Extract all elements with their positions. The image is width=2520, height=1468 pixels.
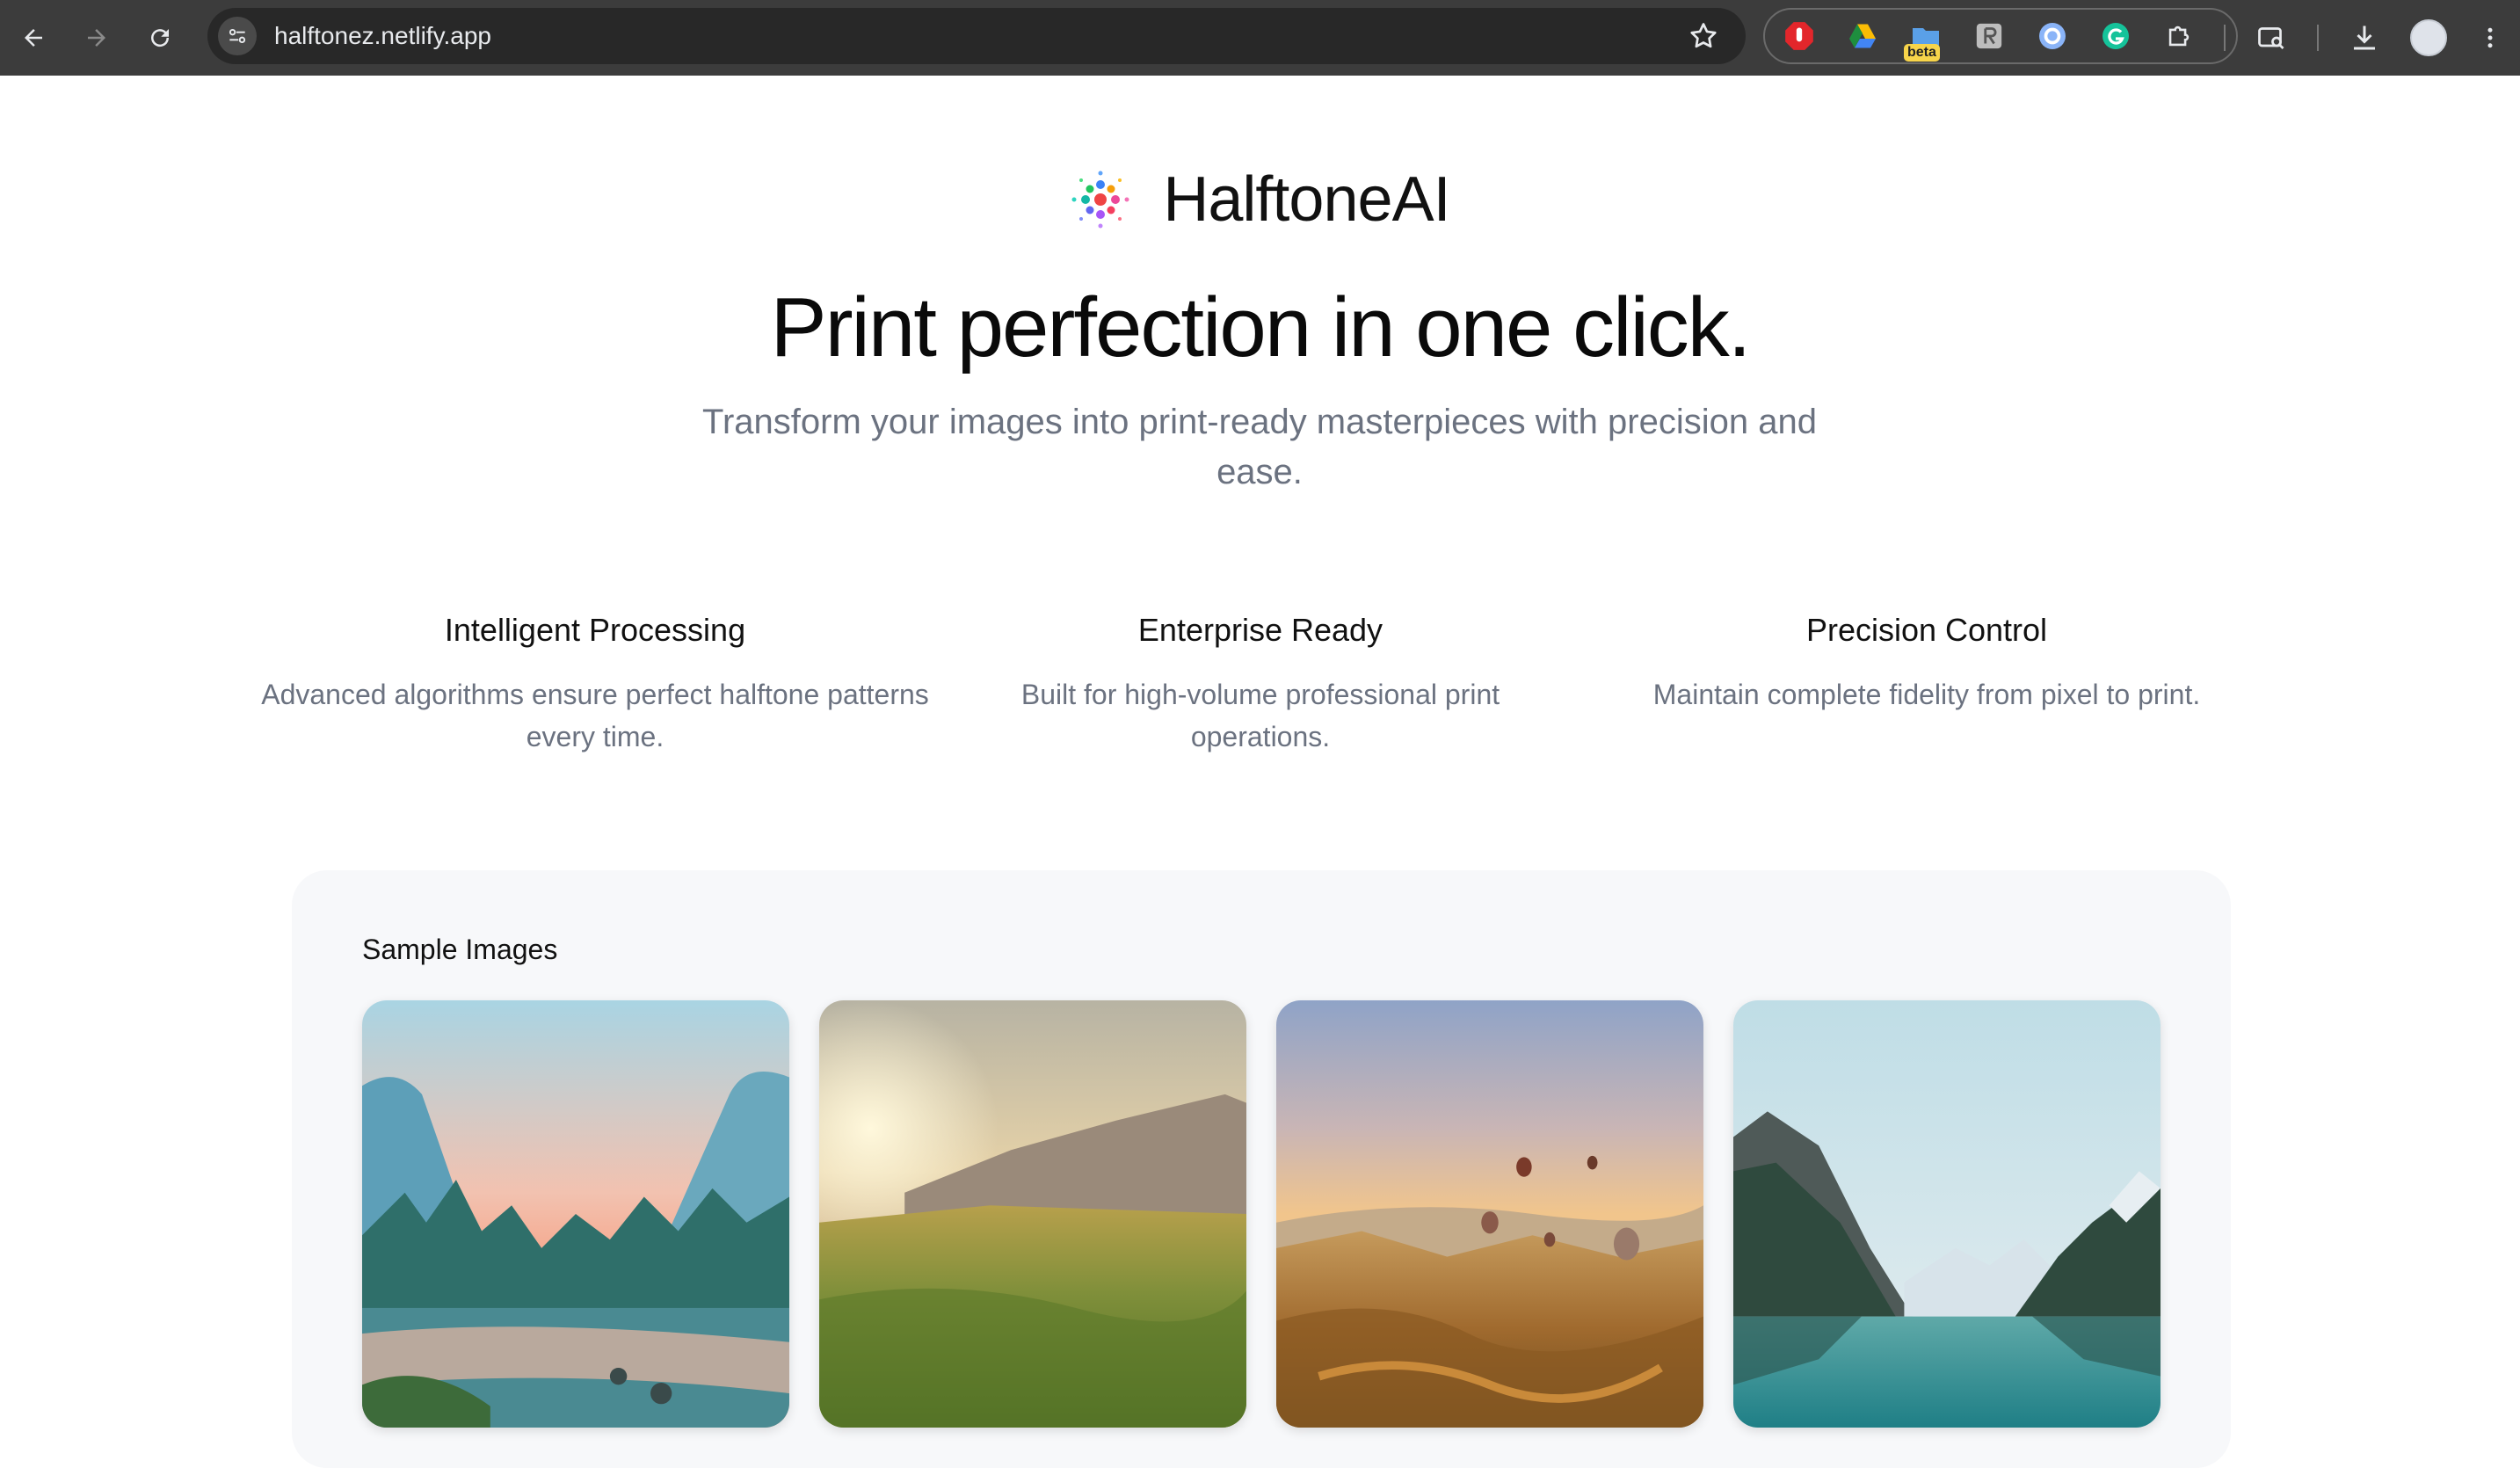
ext-beta-folder[interactable]: beta <box>1904 18 1944 62</box>
download-icon[interactable] <box>2349 22 2380 54</box>
ext-lens[interactable] <box>2034 18 2071 55</box>
forward-button[interactable] <box>72 13 121 62</box>
app-tile-icon <box>1976 23 2002 49</box>
feature-description: Advanced algorithms ensure perfect halft… <box>261 679 929 752</box>
sample-image-lake[interactable] <box>1733 1000 2161 1428</box>
sample-image-balloons[interactable] <box>1276 1000 1703 1428</box>
url-text[interactable]: halftonez.netlify.app <box>274 22 491 50</box>
page-subtitle: Transform your images into print-ready m… <box>702 403 1817 491</box>
bookmark-star-icon[interactable] <box>1688 20 1719 52</box>
ext-puzzle[interactable] <box>2161 18 2197 55</box>
grammarly-icon <box>2102 23 2129 49</box>
feature-card: Enterprise Ready Built for high-volume p… <box>926 612 1594 758</box>
ext-adblock[interactable] <box>1781 18 1818 55</box>
feature-title: Intelligent Processing <box>444 612 746 648</box>
sample-image-meadow[interactable] <box>819 1000 1246 1428</box>
page-title: Print perfection in one click. <box>770 280 1752 374</box>
feature-description: Maintain complete fidelity from pixel to… <box>1652 679 2201 710</box>
address-bar[interactable]: halftonez.netlify.app <box>207 8 1746 64</box>
ext-gray-app[interactable] <box>1971 18 2008 55</box>
browser-toolbar: halftonez.netlify.app beta <box>0 0 2520 76</box>
feature-card: Precision Control Maintain complete fide… <box>1593 612 2261 716</box>
feature-card: Intelligent Processing Advanced algorith… <box>261 612 929 758</box>
sample-images-panel: Sample Images <box>292 870 2231 1468</box>
sample-images-title: Sample Images <box>362 934 558 965</box>
site-info-button[interactable] <box>218 17 257 55</box>
brand-header: HalftoneAI <box>0 164 2520 236</box>
balloons-image <box>1276 1000 1703 1428</box>
arrow-right-icon <box>88 29 105 47</box>
toolbar-right <box>2224 0 2503 76</box>
tab-search-icon[interactable] <box>2255 22 2287 54</box>
puzzle-icon <box>2168 25 2190 47</box>
ext-grammarly[interactable] <box>2097 18 2134 55</box>
page-content: HalftoneAI Print perfection in one click… <box>0 76 2520 1468</box>
extensions-bar: beta <box>1763 8 2238 64</box>
separator <box>2224 25 2226 51</box>
arrow-left-icon <box>25 29 42 47</box>
lens-icon <box>2039 23 2066 49</box>
tune-icon <box>229 28 246 44</box>
feature-title: Enterprise Ready <box>1137 612 1383 648</box>
sample-image-valley[interactable] <box>362 1000 789 1428</box>
beta-badge: beta <box>1904 44 1940 62</box>
brand-name: HalftoneAI <box>1163 164 1450 235</box>
valley-river-image <box>362 1000 789 1428</box>
halftone-logo-icon <box>1071 171 1129 229</box>
more-menu-icon[interactable] <box>2477 25 2503 51</box>
meadow-image <box>819 1000 1246 1428</box>
drive-icon <box>1849 24 1876 48</box>
profile-avatar[interactable] <box>2410 19 2447 56</box>
ext-google-drive[interactable] <box>1844 18 1881 55</box>
reload-button[interactable] <box>135 13 185 62</box>
feature-title: Precision Control <box>1805 612 2048 648</box>
feature-description: Built for high-volume professional print… <box>1020 679 1500 752</box>
back-button[interactable] <box>9 13 58 62</box>
reload-icon <box>151 29 170 47</box>
separator <box>2317 25 2319 51</box>
hand-stop-icon <box>1785 22 1813 50</box>
lake-image <box>1733 1000 2161 1428</box>
